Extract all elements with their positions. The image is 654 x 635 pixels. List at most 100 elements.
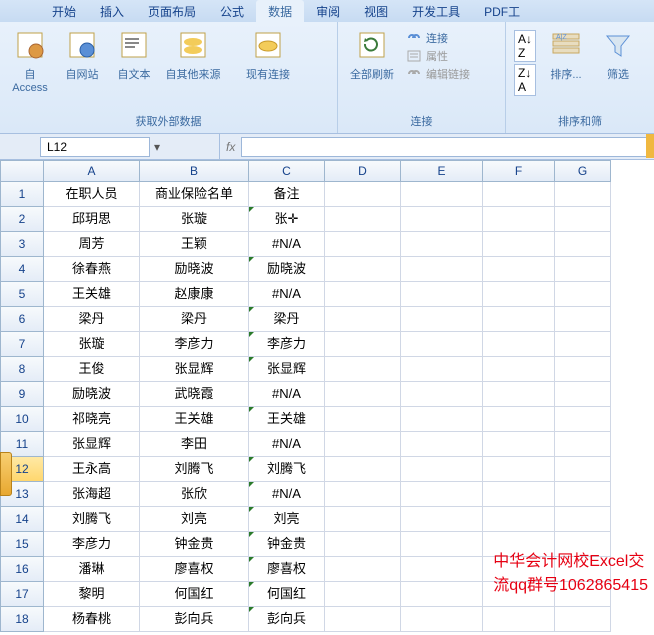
cell[interactable] (325, 582, 401, 607)
cell[interactable] (483, 557, 555, 582)
cell[interactable]: 王关雄 (140, 407, 249, 432)
tab-6[interactable]: 视图 (352, 0, 400, 22)
cell[interactable]: 商业保险名单 (140, 182, 249, 207)
cell[interactable] (325, 207, 401, 232)
row-number[interactable]: 2 (0, 207, 44, 232)
cell[interactable] (401, 232, 483, 257)
cell[interactable] (483, 507, 555, 532)
cell[interactable]: 张璇 (140, 207, 249, 232)
cell[interactable]: 梁丹 (44, 307, 140, 332)
cell[interactable]: 张欣 (140, 482, 249, 507)
cell[interactable] (483, 407, 555, 432)
cell[interactable] (483, 357, 555, 382)
tab-2[interactable]: 页面布局 (136, 0, 208, 22)
cell[interactable]: 王颖 (140, 232, 249, 257)
row-number[interactable]: 15 (0, 532, 44, 557)
cell[interactable] (401, 182, 483, 207)
tab-3[interactable]: 公式 (208, 0, 256, 22)
cell[interactable] (483, 457, 555, 482)
row-number[interactable]: 8 (0, 357, 44, 382)
cell[interactable] (325, 532, 401, 557)
cell[interactable]: #N/A (249, 382, 325, 407)
cell[interactable] (401, 207, 483, 232)
cell[interactable] (555, 182, 611, 207)
cell[interactable] (483, 182, 555, 207)
cell[interactable] (555, 282, 611, 307)
cell[interactable]: 廖喜权 (249, 557, 325, 582)
cell[interactable] (401, 307, 483, 332)
side-tab-handle[interactable] (0, 452, 12, 496)
col-header-F[interactable]: F (483, 160, 555, 182)
cell[interactable] (401, 332, 483, 357)
cell[interactable] (401, 432, 483, 457)
from-access-button[interactable]: 自 Access (6, 26, 54, 96)
row-number[interactable]: 10 (0, 407, 44, 432)
cell[interactable]: 何国红 (249, 582, 325, 607)
cell[interactable] (555, 582, 611, 607)
cell[interactable] (483, 332, 555, 357)
cell[interactable] (401, 482, 483, 507)
row-number[interactable]: 7 (0, 332, 44, 357)
cell[interactable]: #N/A (249, 432, 325, 457)
cell[interactable] (401, 282, 483, 307)
name-box[interactable]: L12 (40, 137, 150, 157)
sort-az-icon[interactable]: A↓Z (514, 30, 536, 62)
cell[interactable] (555, 307, 611, 332)
cell[interactable] (325, 257, 401, 282)
row-number[interactable]: 5 (0, 282, 44, 307)
cell[interactable]: 祁晓亮 (44, 407, 140, 432)
cell[interactable] (555, 357, 611, 382)
tab-5[interactable]: 审阅 (304, 0, 352, 22)
cell[interactable]: 刘腾飞 (44, 507, 140, 532)
row-number[interactable]: 1 (0, 182, 44, 207)
tab-8[interactable]: PDF工 (472, 0, 532, 22)
cell[interactable] (555, 432, 611, 457)
cell[interactable] (483, 482, 555, 507)
refresh-all-button[interactable]: 全部刷新 (344, 26, 400, 84)
cell[interactable]: 在职人员 (44, 182, 140, 207)
cell[interactable]: 刘腾飞 (140, 457, 249, 482)
cell[interactable] (483, 232, 555, 257)
row-number[interactable]: 17 (0, 582, 44, 607)
cell[interactable] (555, 557, 611, 582)
cell[interactable]: 张显辉 (44, 432, 140, 457)
cell[interactable]: #N/A (249, 482, 325, 507)
cell[interactable] (483, 607, 555, 632)
col-header-G[interactable]: G (555, 160, 611, 182)
cell[interactable] (483, 307, 555, 332)
cell[interactable]: #N/A (249, 232, 325, 257)
properties-button[interactable]: 属性 (406, 48, 470, 64)
cell[interactable] (483, 582, 555, 607)
cell[interactable] (325, 607, 401, 632)
cell[interactable]: 励晓波 (140, 257, 249, 282)
cell[interactable]: 李彦力 (249, 332, 325, 357)
cell[interactable]: 彭向兵 (140, 607, 249, 632)
cell[interactable]: 徐春燕 (44, 257, 140, 282)
row-number[interactable]: 18 (0, 607, 44, 632)
cell[interactable] (555, 257, 611, 282)
cell[interactable]: 武晓霞 (140, 382, 249, 407)
filter-button[interactable]: 筛选 (594, 26, 642, 84)
cell[interactable] (325, 282, 401, 307)
cell[interactable] (483, 207, 555, 232)
cell[interactable]: 杨春桃 (44, 607, 140, 632)
row-number[interactable]: 4 (0, 257, 44, 282)
cell[interactable] (401, 557, 483, 582)
col-header-D[interactable]: D (325, 160, 401, 182)
cell[interactable] (401, 257, 483, 282)
cell[interactable] (483, 282, 555, 307)
cell[interactable]: 赵康康 (140, 282, 249, 307)
cell[interactable]: 钟金贵 (140, 532, 249, 557)
col-header-A[interactable]: A (44, 160, 140, 182)
fx-icon[interactable]: fx (226, 140, 235, 154)
connections-button[interactable]: 连接 (406, 30, 470, 46)
cell[interactable] (325, 557, 401, 582)
select-all-corner[interactable] (0, 160, 44, 182)
tab-0[interactable]: 开始 (40, 0, 88, 22)
sort-za-icon[interactable]: Z↓A (514, 64, 536, 96)
cell[interactable] (555, 332, 611, 357)
namebox-dropdown-icon[interactable]: ▾ (154, 140, 160, 154)
cell[interactable]: 张显辉 (140, 357, 249, 382)
cell[interactable] (483, 532, 555, 557)
cell[interactable] (401, 457, 483, 482)
